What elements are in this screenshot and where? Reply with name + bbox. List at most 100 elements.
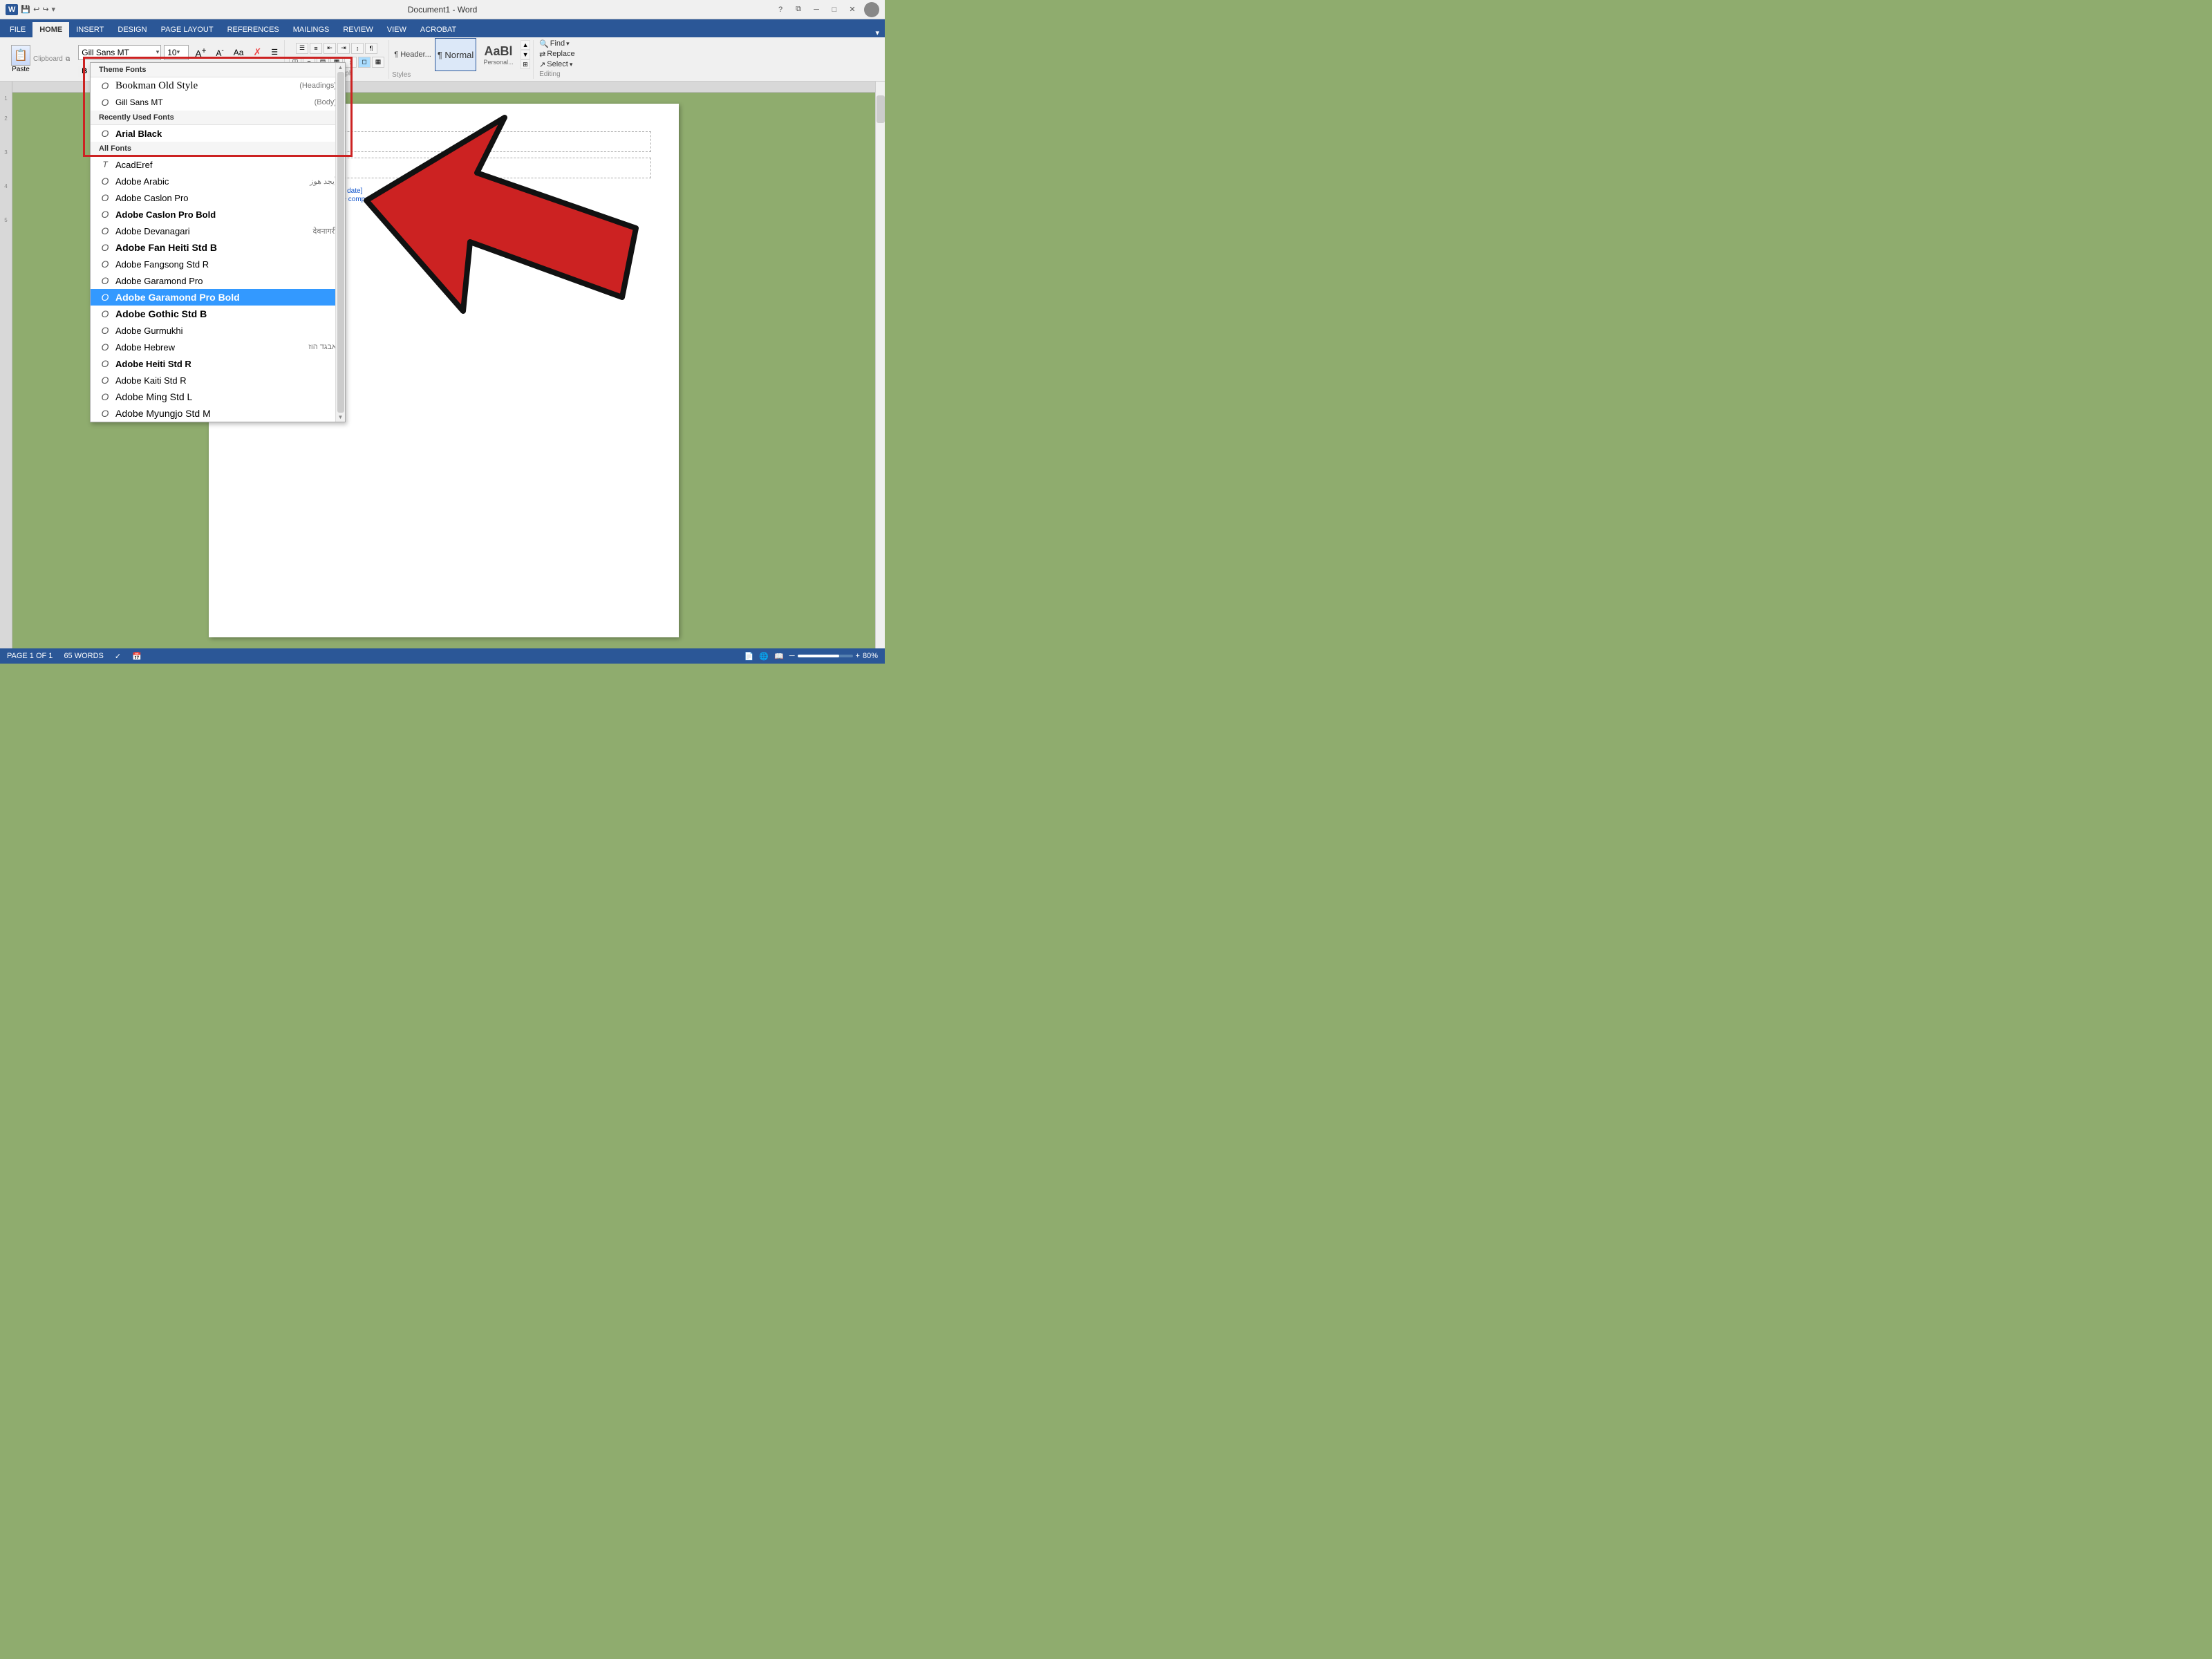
change-case-button[interactable]: Aa [230,45,247,60]
title-bar-left: W 💾 ↩ ↪ ▾ [6,4,55,15]
font-item-adobe-garamond-bold[interactable]: O Adobe Garamond Pro Bold [91,289,345,306]
font-item-adobe-kaiti[interactable]: O Adobe Kaiti Std R [91,372,345,388]
tab-design[interactable]: DESIGN [111,22,153,37]
clear-formatting-button[interactable]: ✗ [250,45,265,60]
font-icon-adobe-heiti: O [99,357,111,370]
font-icon-adobe-garamond-bold: O [99,291,111,303]
restore-button[interactable]: ⧉ [792,3,805,16]
border-button[interactable]: ▦ [372,57,384,68]
close-button[interactable]: ✕ [846,3,859,16]
font-item-adobe-gothic[interactable]: O Adobe Gothic Std B [91,306,345,322]
ruler-mark-4: 4 [4,183,7,189]
zoom-in-button[interactable]: + [856,652,860,660]
macro-icon[interactable]: 📅 [132,652,142,661]
find-label: Find [550,39,565,48]
sort-button[interactable]: ↕ [351,43,364,54]
clipboard-expand-icon[interactable]: ⧉ [66,55,70,63]
font-item-adobe-heiti[interactable]: O Adobe Heiti Std R [91,355,345,372]
ribbon-collapse-icon[interactable]: ▾ [870,28,885,37]
tab-review[interactable]: REVIEW [336,22,379,37]
font-item-adobe-garamond[interactable]: O Adobe Garamond Pro [91,272,345,289]
ruler-mark-2: 2 [4,115,7,122]
font-item-adobe-devanagari[interactable]: O Adobe Devanagari देवनागरी [91,223,345,239]
proofing-icon[interactable]: ✓ [115,652,121,661]
shrink-font-button[interactable]: A- [212,45,227,60]
grow-font-button[interactable]: A+ [191,45,209,60]
style-personal[interactable]: AaBl Personal... [478,38,519,71]
font-item-adobe-myungjo[interactable]: O Adobe Myungjo Std M [91,405,345,422]
styles-group: ¶ Header... ¶ Normal AaBl Personal... ▲ … [389,40,534,79]
font-item-adobe-fangsong[interactable]: O Adobe Fangsong Std R [91,256,345,272]
style-normal[interactable]: ¶ Normal [435,38,476,71]
undo-button[interactable]: ↩ [33,5,39,14]
tab-mailings[interactable]: MAILINGS [286,22,337,37]
dropdown-scroll-up[interactable]: ▲ [338,64,344,71]
dropdown-scrollbar[interactable]: ▲ ▼ [335,63,345,422]
styles-down-button[interactable]: ▼ [521,50,530,59]
bold-button[interactable]: B [78,66,91,77]
font-item-acadEref[interactable]: T AcadEref [91,156,345,173]
tab-page-layout[interactable]: PAGE LAYOUT [154,22,221,37]
font-name-adobe-devanagari: Adobe Devanagari [115,226,190,236]
styles-up-button[interactable]: ▲ [521,40,530,50]
dropdown-scroll-thumb[interactable] [337,72,344,413]
font-item-adobe-ming[interactable]: O Adobe Ming Std L [91,388,345,405]
status-bar: PAGE 1 OF 1 65 WORDS ✓ 📅 📄 🌐 📖 ─ + 80% [0,648,885,664]
font-icon-adobe-fan-heiti: O [99,241,111,254]
save-button[interactable]: 💾 [21,5,30,14]
styles-more-button[interactable]: ⊞ [521,59,530,69]
clipboard-label: Clipboard [33,55,63,63]
font-item-adobe-hebrew[interactable]: O Adobe Hebrew אבגד הוז [91,339,345,355]
replace-button[interactable]: ⇄ Replace [539,50,575,59]
bullets-list-button[interactable]: ☰ [296,43,308,54]
tab-file[interactable]: FILE [3,22,32,37]
font-item-adobe-gurmukhi[interactable]: O Adobe Gurmukhi [91,322,345,339]
font-name-box[interactable]: Gill Sans MT ▾ [78,45,161,60]
bullets-button[interactable]: ☰ [268,45,281,60]
size-dropdown-arrow: ▾ [177,48,180,56]
scrollbar-thumb[interactable] [877,95,885,123]
tab-insert[interactable]: INSERT [69,22,111,37]
indent-increase-button[interactable]: ⇥ [337,43,350,54]
font-item-adobe-caslon-bold[interactable]: O Adobe Caslon Pro Bold [91,206,345,223]
paste-button[interactable]: 📋 Paste [11,45,30,73]
web-view-icon[interactable]: 🌐 [759,652,769,661]
font-item-bookman[interactable]: O Bookman Old Style (Headings) [91,77,345,94]
redo-button[interactable]: ↪ [42,5,48,14]
font-item-gill[interactable]: O Gill Sans MT (Body) [91,94,345,111]
font-item-adobe-caslon[interactable]: O Adobe Caslon Pro [91,189,345,206]
font-item-adobe-fan-heiti[interactable]: O Adobe Fan Heiti Std B [91,239,345,256]
maximize-button[interactable]: □ [828,3,841,16]
shading-button[interactable]: ◻ [358,57,371,68]
zoom-out-button[interactable]: ─ [789,652,795,660]
line-spacing-button[interactable]: ↕ [344,57,357,68]
read-mode-icon[interactable]: 📖 [774,652,784,661]
numbered-list-button[interactable]: ≡ [310,43,322,54]
font-item-arial-black-row: O Arial Black [99,127,162,140]
find-button[interactable]: 🔍 Find ▾ [539,39,570,48]
select-button[interactable]: ↗ Select ▾ [539,60,572,69]
font-size-box[interactable]: 10 ▾ [164,45,189,60]
font-name-display: Gill Sans MT [82,48,129,57]
vertical-scrollbar[interactable] [875,82,885,648]
tab-references[interactable]: REFERENCES [221,22,286,37]
tab-acrobat[interactable]: ACROBAT [413,22,463,37]
font-item-adobe-arabic[interactable]: O Adobe Arabic أيجد هوز [91,173,345,189]
tab-home[interactable]: HOME [32,22,69,37]
font-scroll-area[interactable]: T AcadEref O Adobe Arabic أيجد هوز O Ado… [91,156,345,422]
style-normal-preview: ¶ Normal [438,50,474,60]
minimize-button[interactable]: ─ [810,3,823,16]
tab-view[interactable]: VIEW [380,22,413,37]
zoom-slider-track[interactable] [798,655,853,657]
indent-decrease-button[interactable]: ⇤ [324,43,336,54]
styles-scroll: ▲ ▼ ⊞ [521,40,530,69]
style-header[interactable]: ¶ Header... [392,38,433,71]
ribbon-tabs: FILE HOME INSERT DESIGN PAGE LAYOUT REFE… [0,19,885,37]
dropdown-scroll-down[interactable]: ▼ [338,414,344,420]
left-ruler: 1 2 3 4 5 [0,82,12,648]
font-item-bookman-row: O Bookman Old Style [99,79,198,92]
help-button[interactable]: ? [774,3,787,16]
font-item-arial-black[interactable]: O Arial Black [91,125,345,142]
document-view-icon[interactable]: 📄 [744,652,754,661]
show-marks-button[interactable]: ¶ [365,43,377,54]
